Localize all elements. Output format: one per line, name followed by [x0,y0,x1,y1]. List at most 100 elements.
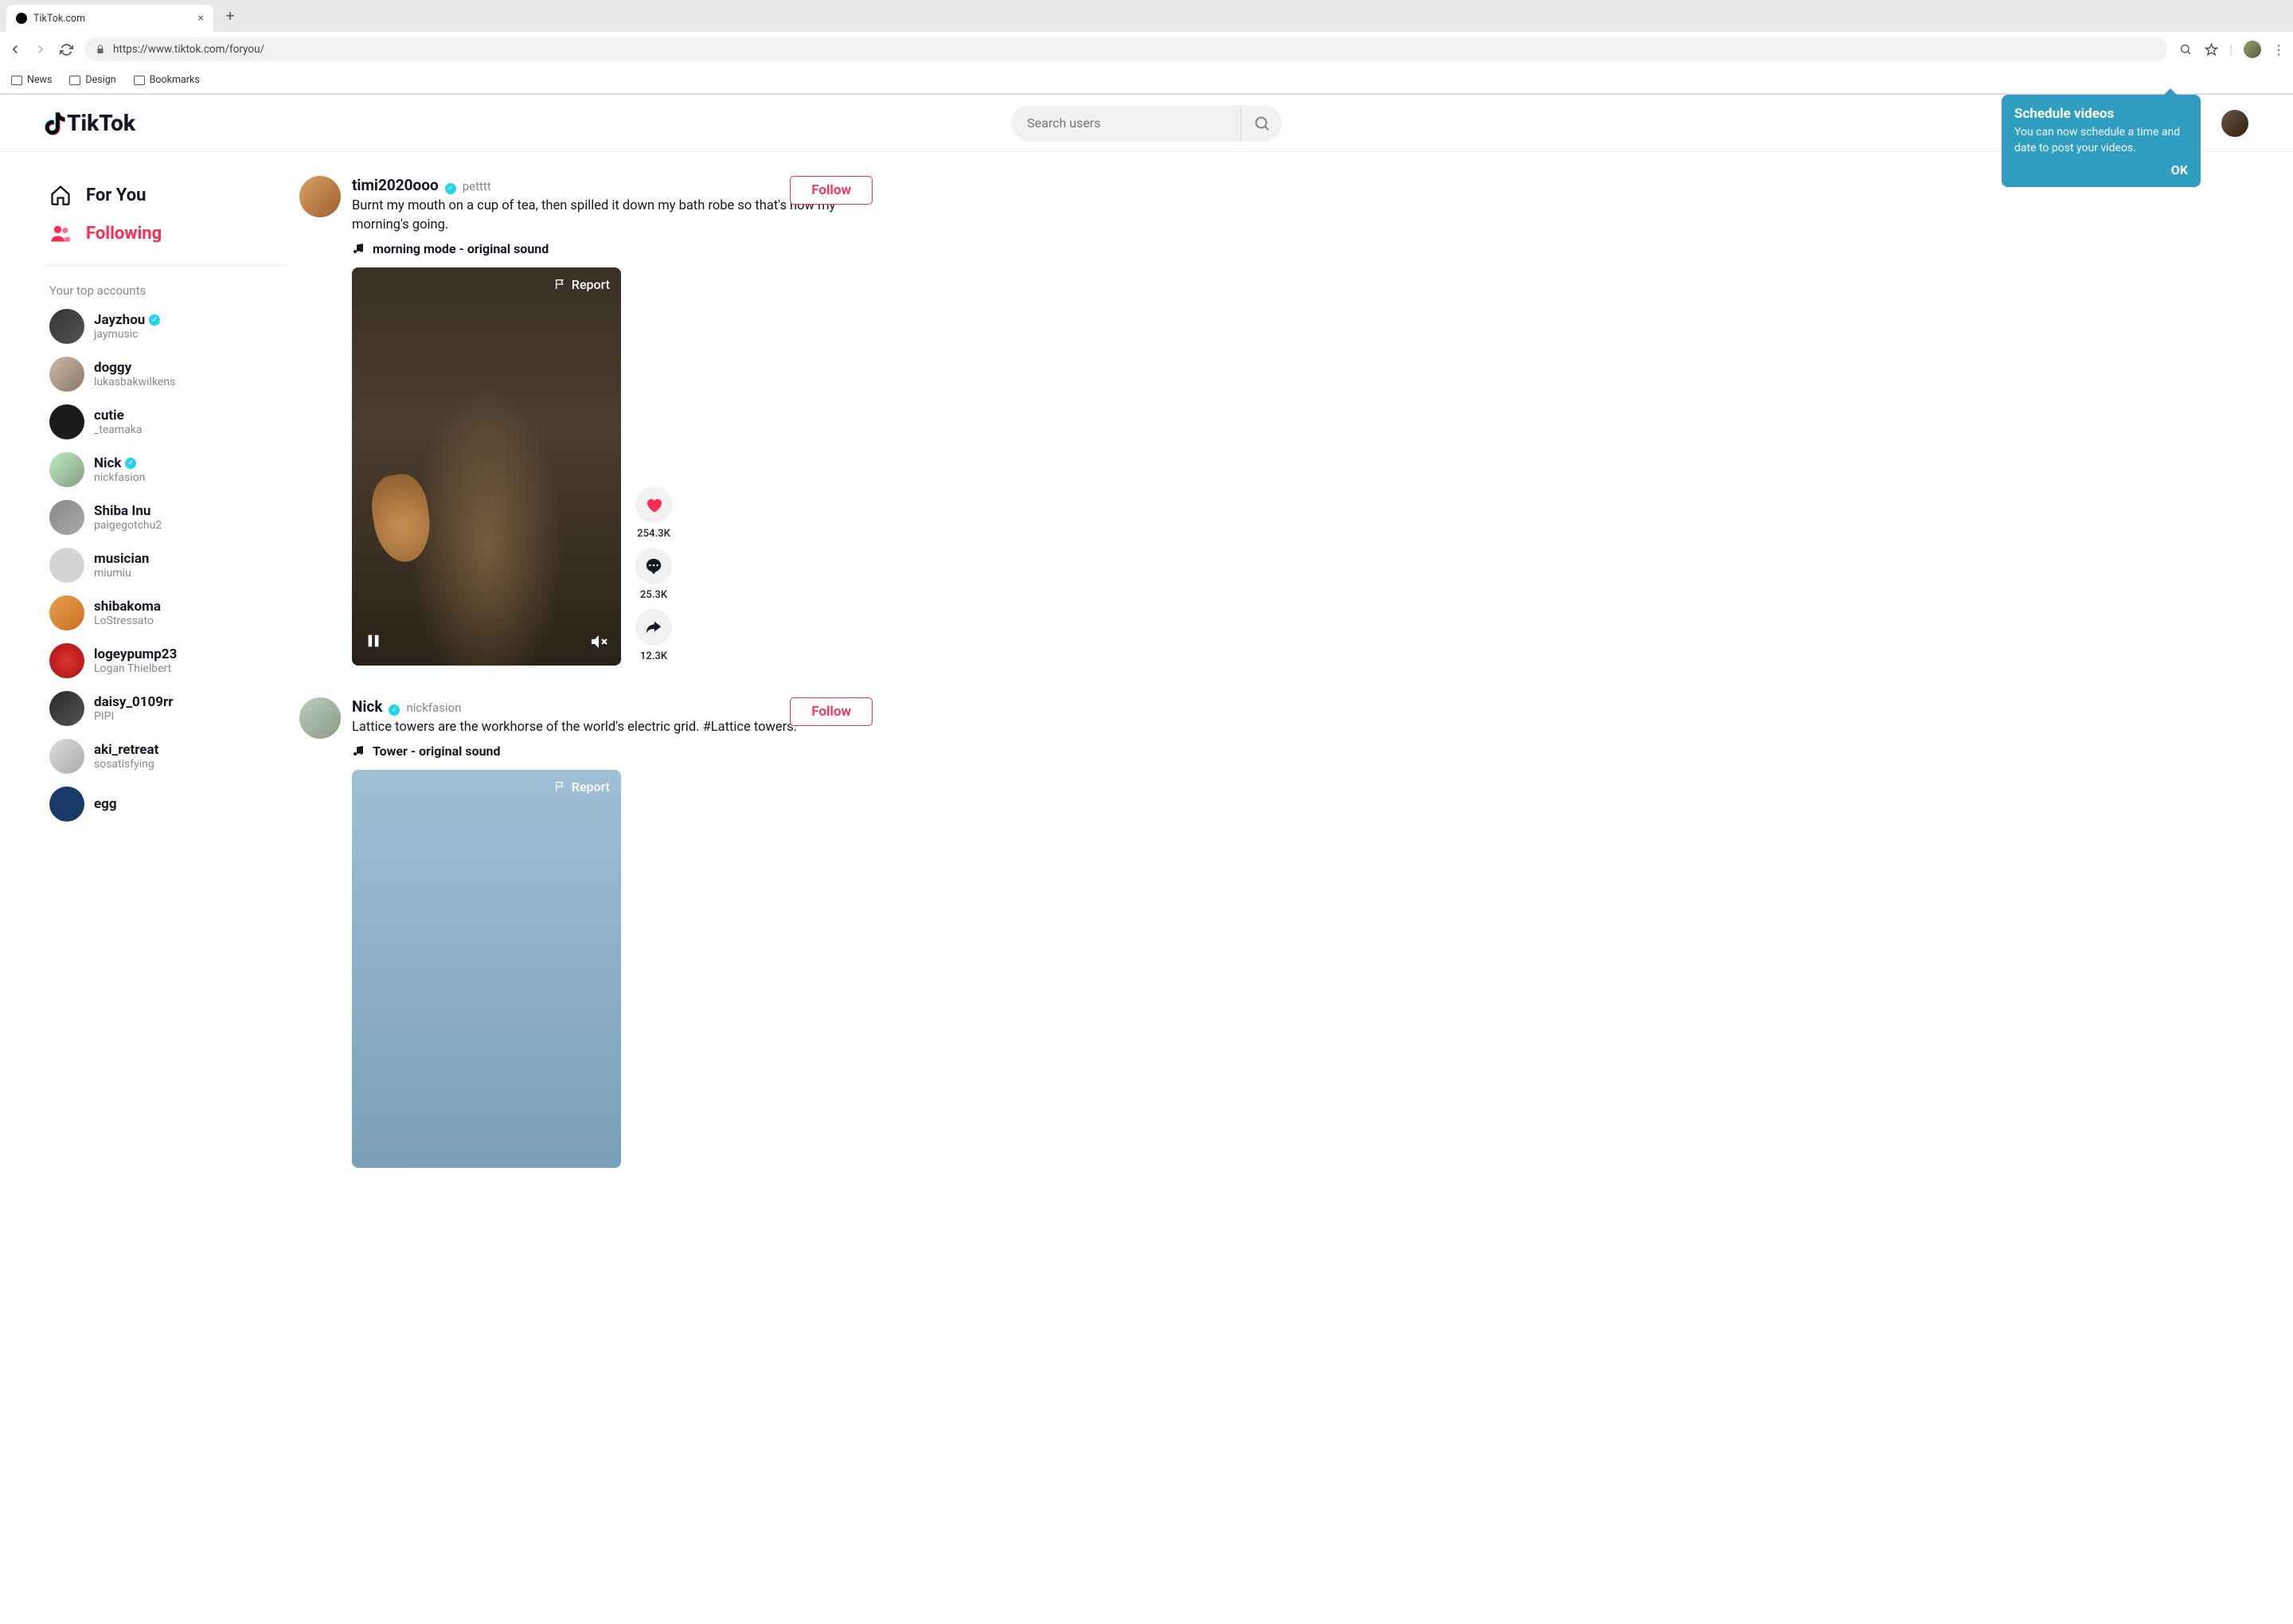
share-button[interactable] [635,609,672,646]
feed-post: Nick ✓ nickfasion Lattice towers are the… [299,697,873,1168]
browser-menu-icon[interactable]: ⋮ [2272,42,2285,57]
video-player[interactable]: Report [352,770,621,1168]
post-handle: nickfasion [406,701,461,715]
share-icon [645,619,662,636]
tooltip-body: You can now schedule a time and date to … [2014,125,2188,156]
browser-chrome: TikTok.com × + https://www.tiktok.com/fo… [0,0,2293,95]
browser-tab[interactable]: TikTok.com × [6,5,213,32]
forward-icon[interactable] [33,42,48,57]
schedule-tooltip: Schedule videos You can now schedule a t… [2002,95,2201,187]
account-handle: lukasbakwilkens [94,376,175,388]
account-item[interactable]: Jayzhou✓ jaymusic [45,303,285,350]
like-button[interactable] [635,486,672,523]
search-bar [1011,105,1282,142]
account-item[interactable]: egg [45,780,285,828]
account-item[interactable]: musician miumiu [45,541,285,589]
zoom-icon[interactable] [2178,42,2193,57]
account-item[interactable]: Nick✓ nickfasion [45,446,285,494]
account-name: aki_retreat [94,742,158,758]
account-item[interactable]: cutie _teamaka [45,398,285,446]
account-item[interactable]: Shiba Inu paigegotchu2 [45,494,285,541]
logo[interactable]: TikTok [45,110,135,136]
account-name: logeypump23 [94,646,177,662]
home-icon [49,184,72,206]
tooltip-ok-button[interactable]: OK [2014,162,2188,178]
verified-icon: ✓ [125,458,136,469]
post-music[interactable]: Tower - original sound [352,744,873,759]
new-tab-button[interactable]: + [220,8,240,25]
heart-icon [644,495,663,514]
comment-button[interactable] [635,548,672,584]
report-button[interactable]: Report [554,277,610,292]
report-button[interactable]: Report [554,779,610,794]
address-bar: https://www.tiktok.com/foryou/ | ⋮ [0,32,2293,67]
account-name: cutie [94,408,143,424]
lock-icon [96,45,105,54]
account-avatar [49,643,84,678]
logo-text: TikTok [67,110,135,136]
music-icon [352,242,365,255]
account-item[interactable]: daisy_0109rr PIPI [45,685,285,732]
reload-icon[interactable] [59,42,73,57]
account-name: egg [94,796,117,812]
post-username: Nick [352,697,382,716]
like-count: 254.3K [637,528,670,540]
account-item[interactable]: doggy lukasbakwilkens [45,350,285,398]
browser-right-icons: | ⋮ [2178,41,2285,58]
video-player[interactable]: Report [352,267,621,666]
post-handle: petttt [463,179,491,193]
account-avatar [49,500,84,535]
account-handle: _teamaka [94,424,143,436]
post-avatar[interactable] [299,176,341,217]
follow-button[interactable]: Follow [790,176,873,205]
folder-icon [69,76,80,85]
main: For You Following Your top accounts Jayz… [0,152,2293,1200]
video-actions: 254.3K 25.3K 12.3K [635,267,672,666]
flag-icon [554,780,567,793]
url-field[interactable]: https://www.tiktok.com/foryou/ [84,37,2167,61]
post-avatar[interactable] [299,697,341,739]
back-icon[interactable] [8,42,22,57]
bookmark-bookmarks[interactable]: Bookmarks [134,74,200,86]
nav-following[interactable]: Following [45,214,285,252]
account-avatar [49,404,84,439]
mute-button[interactable] [589,632,608,654]
verified-icon: ✓ [445,183,456,194]
folder-icon [11,76,22,85]
browser-profile-avatar[interactable] [2244,41,2261,58]
top-accounts-label: Your top accounts [45,279,285,303]
profile-avatar[interactable] [2221,110,2248,137]
star-icon[interactable] [2204,42,2218,57]
account-item[interactable]: logeypump23 Logan Thielbert [45,637,285,685]
post-music[interactable]: morning mode - original sound [352,241,873,256]
account-avatar [49,739,84,774]
nav-for-you[interactable]: For You [45,176,285,214]
pause-button[interactable] [365,632,382,654]
account-name: daisy_0109rr [94,694,174,710]
account-item[interactable]: shibakoma LoStressato [45,589,285,637]
account-name: Nick✓ [94,455,145,471]
follow-button[interactable]: Follow [790,697,873,726]
logo-icon [45,112,64,135]
divider [45,265,285,266]
accounts-list: Jayzhou✓ jaymusic doggy lukasbakwilkens … [45,303,285,828]
favicon-icon [16,13,27,24]
bookmark-news[interactable]: News [11,74,52,86]
account-handle: PIPI [94,710,174,723]
bookmark-design[interactable]: Design [69,74,115,86]
tab-close-icon[interactable]: × [198,12,204,25]
search-button[interactable] [1240,105,1282,142]
account-item[interactable]: aki_retreat sosatisfying [45,732,285,780]
tooltip-title: Schedule videos [2014,106,2188,122]
account-avatar [49,595,84,630]
account-avatar [49,548,84,583]
account-name: musician [94,551,149,567]
share-count: 12.3K [640,650,667,662]
account-handle: nickfasion [94,471,145,484]
account-name: doggy [94,360,175,376]
verified-icon: ✓ [149,314,160,326]
search-input[interactable] [1011,115,1240,131]
account-handle: miumiu [94,567,149,580]
account-handle: paigegotchu2 [94,519,162,532]
feed-post: timi2020ooo ✓ petttt Burnt my mouth on a… [299,176,873,666]
